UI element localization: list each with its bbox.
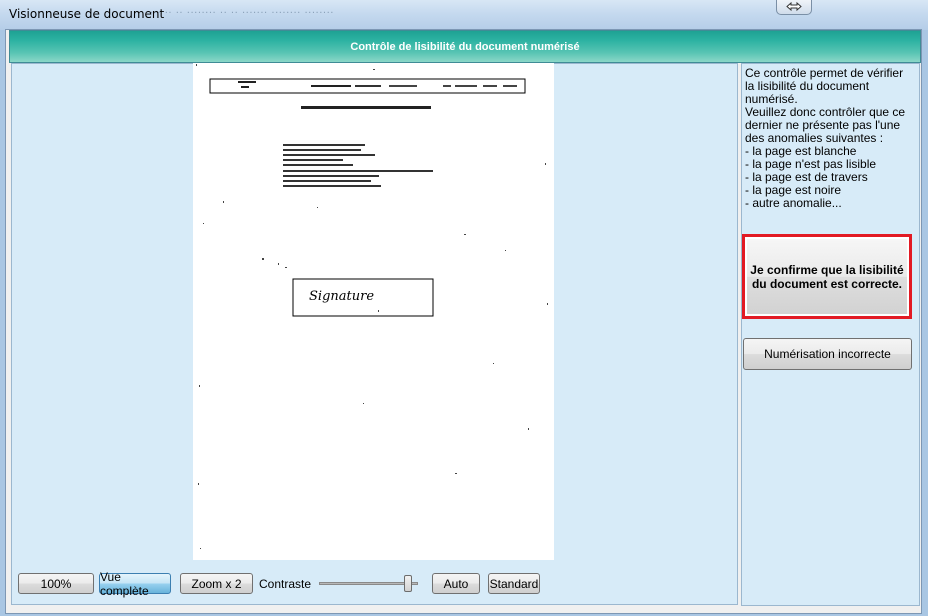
document-page: Signature — [193, 63, 554, 560]
confirm-legibility-label: Je confirme que la lisibilité du documen… — [747, 239, 907, 314]
signature-text: Signature — [309, 289, 374, 304]
window-restore-button[interactable] — [776, 0, 812, 15]
document-scan-image: Signature — [196, 64, 548, 549]
restore-icon — [786, 1, 802, 11]
header-title: Contrôle de lisibilité du document numér… — [350, 40, 580, 53]
window-title: Visionneuse de document — [9, 7, 165, 21]
confirm-legibility-button[interactable]: Je confirme que la lisibilité du documen… — [742, 234, 912, 319]
zoom-100-button[interactable]: 100% — [18, 573, 94, 594]
incorrect-scan-button[interactable]: Numérisation incorrecte — [743, 338, 912, 370]
legibility-instructions: Ce contrôle permet de vérifier la lisibi… — [745, 66, 906, 210]
header-bar: Contrôle de lisibilité du document numér… — [9, 30, 921, 63]
zoom-x2-button[interactable]: Zoom x 2 — [180, 573, 253, 594]
window-title-blurred: ··· ·· ·· ········ ·· ·· ······· ·······… — [150, 8, 334, 19]
contrast-label: Contraste — [259, 577, 312, 591]
contrast-slider-thumb[interactable] — [404, 575, 413, 592]
standard-contrast-button[interactable]: Standard — [488, 573, 540, 594]
full-view-button[interactable]: Vue complète — [99, 570, 171, 598]
auto-contrast-button[interactable]: Auto — [432, 573, 480, 594]
